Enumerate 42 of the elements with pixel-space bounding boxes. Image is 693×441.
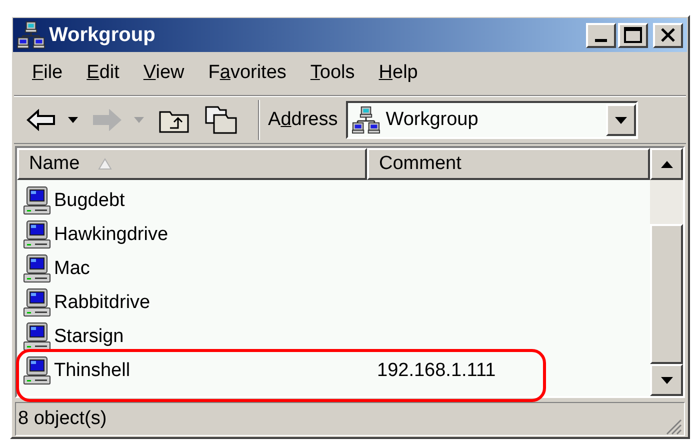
close-icon [660,28,676,42]
minimize-icon [595,38,607,42]
file-name[interactable]: Rabbitdrive [54,288,150,318]
comment-cell-text: 192.168.1.111 [376,358,496,383]
file-name[interactable]: Mac [54,254,90,284]
file-name[interactable]: Thinshell [54,356,130,386]
menu-item[interactable]: Favorites [196,59,298,88]
minimize-button[interactable] [586,22,616,48]
column-header[interactable]: Comment [367,148,650,180]
file-name[interactable]: Starsign [54,322,124,352]
menu-item[interactable]: File [20,59,75,88]
close-button[interactable] [653,22,683,48]
menu-item[interactable]: Help [366,59,430,88]
menu-item[interactable]: Edit [74,59,132,88]
maximize-icon [624,27,642,43]
scroll-up-icon[interactable] [660,160,672,168]
menu-item[interactable]: View [131,59,196,88]
scrollbar[interactable] [650,148,683,396]
folders-icon[interactable] [204,105,238,135]
window-title: Workgroup [49,23,156,48]
computer-icon [23,356,53,386]
caret-icon[interactable] [68,117,78,123]
status-text: 8 object(s) [18,406,107,431]
address-field[interactable]: Workgroup [346,101,638,139]
computer-icon [23,220,53,250]
file-name[interactable]: Bugdebt [54,186,125,216]
network-icon [17,21,45,49]
address-value: Workgroup [386,108,478,132]
dropdown-button[interactable] [606,104,636,136]
computer-icon [23,288,53,318]
network-icon [352,106,380,134]
caret-icon [614,116,627,124]
address-label: Address [267,108,339,132]
menu-item[interactable]: Tools [298,59,367,88]
computer-icon [23,186,53,216]
computer-icon [23,254,53,284]
column-header[interactable]: Name [17,148,367,180]
maximize-button[interactable] [618,22,648,48]
computer-icon [23,322,53,352]
file-name[interactable]: Hawkingdrive [54,220,168,250]
back-arrow-icon[interactable] [26,109,56,131]
scroll-down-icon[interactable] [660,376,672,384]
